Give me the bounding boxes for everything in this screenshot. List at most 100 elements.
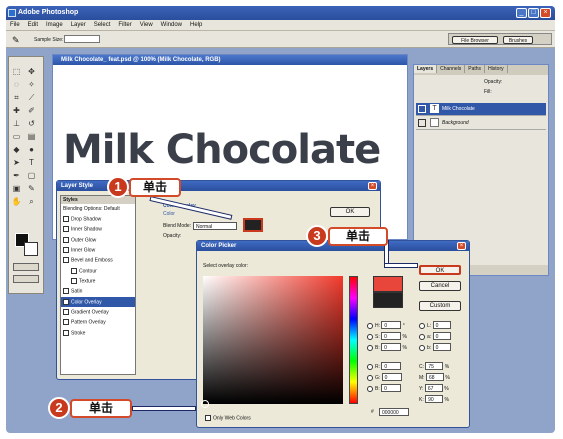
blue-input[interactable]: 0 bbox=[381, 384, 402, 392]
color-field-row: R: 0 bbox=[367, 362, 417, 373]
menu-filter[interactable]: Filter bbox=[114, 20, 135, 30]
file-browser-tab[interactable]: File Browser bbox=[452, 36, 498, 44]
dodge-tool-icon[interactable]: ● bbox=[26, 144, 37, 155]
style-item[interactable]: Texture bbox=[61, 276, 135, 286]
lasso-tool-icon[interactable]: ◌ bbox=[11, 79, 22, 90]
hex-input[interactable]: 000000 bbox=[379, 408, 409, 416]
layer-style-title: Layer Style bbox=[61, 183, 94, 189]
callout-3-arrow bbox=[384, 263, 418, 268]
red-input[interactable]: 0 bbox=[381, 362, 402, 370]
style-item-selected[interactable]: Color Overlay bbox=[61, 296, 135, 307]
history-brush-icon[interactable]: ↺ bbox=[26, 118, 37, 129]
photoshop-logo-icon bbox=[8, 9, 16, 17]
color-field-row: S: 0 % bbox=[367, 332, 417, 343]
style-item[interactable]: Inner Glow bbox=[61, 245, 135, 255]
menu-help[interactable]: Help bbox=[186, 20, 206, 30]
background-color-swatch[interactable] bbox=[24, 242, 38, 256]
style-item[interactable]: Stroke bbox=[61, 328, 135, 338]
close-icon[interactable]: × bbox=[540, 8, 551, 18]
brush-tool-icon[interactable]: ✐ bbox=[26, 105, 37, 116]
quick-mask-icon[interactable] bbox=[13, 263, 39, 271]
screen-mode-icon[interactable] bbox=[13, 275, 39, 283]
hue-input[interactable]: 0 bbox=[381, 321, 402, 329]
tab-layers[interactable]: Layers bbox=[414, 65, 438, 73]
lab-l-input[interactable]: 0 bbox=[432, 321, 451, 329]
blur-tool-icon[interactable]: ◆ bbox=[11, 144, 22, 155]
gradient-tool-icon[interactable]: ▤ bbox=[26, 131, 37, 142]
style-item[interactable]: Gradient Overlay bbox=[61, 307, 135, 317]
color-field-row: b: 0 bbox=[419, 343, 465, 354]
callout-2-arrow bbox=[132, 406, 196, 411]
hand-tool-icon[interactable]: ✋ bbox=[11, 196, 22, 207]
hue-slider[interactable] bbox=[349, 276, 358, 404]
menu-image[interactable]: Image bbox=[42, 20, 67, 30]
style-item[interactable]: Blending Options: Default bbox=[61, 204, 135, 214]
brightness-input[interactable]: 0 bbox=[381, 343, 402, 351]
zoom-tool-icon[interactable]: ⌕ bbox=[26, 196, 37, 207]
style-item[interactable]: Bevel and Emboss bbox=[61, 255, 135, 265]
sample-size-select[interactable] bbox=[64, 35, 100, 43]
menu-select[interactable]: Select bbox=[90, 20, 115, 30]
blend-mode-select[interactable]: Normal bbox=[193, 222, 237, 230]
brushes-tab[interactable]: Brushes bbox=[503, 36, 533, 44]
web-colors-option[interactable]: Only Web Colors bbox=[205, 415, 251, 421]
color-field-row: H: 0 ° bbox=[367, 321, 417, 332]
eye-icon[interactable] bbox=[418, 119, 426, 127]
tab-history[interactable]: History bbox=[485, 65, 508, 73]
path-selection-icon[interactable]: ➤ bbox=[11, 157, 22, 168]
style-item[interactable]: Satin bbox=[61, 286, 135, 296]
app-titlebar: Adobe Photoshop bbox=[6, 6, 555, 20]
marquee-tool-icon[interactable]: ⬚ bbox=[11, 66, 22, 77]
layer-row-selected[interactable]: T Milk Chocolate bbox=[416, 103, 546, 116]
maximize-icon[interactable]: □ bbox=[528, 8, 539, 18]
style-item[interactable]: Outer Glow bbox=[61, 235, 135, 245]
layer-row[interactable]: Background bbox=[416, 117, 546, 130]
lab-b-input[interactable]: 0 bbox=[432, 343, 451, 351]
color-field[interactable] bbox=[203, 276, 343, 404]
black-input[interactable]: 90 bbox=[425, 395, 444, 403]
pen-tool-icon[interactable]: ✒ bbox=[11, 170, 22, 181]
crop-tool-icon[interactable]: ⌗ bbox=[11, 92, 22, 103]
magenta-input[interactable]: 68 bbox=[425, 373, 444, 381]
eyedropper-icon[interactable]: ✎ bbox=[12, 35, 20, 46]
stamp-tool-icon[interactable]: ⊥ bbox=[11, 118, 22, 129]
menu-edit[interactable]: Edit bbox=[24, 20, 42, 30]
layer-style-close-icon[interactable]: × bbox=[368, 182, 377, 190]
menu-window[interactable]: Window bbox=[157, 20, 186, 30]
style-item[interactable]: Inner Shadow bbox=[61, 224, 135, 234]
menu-file[interactable]: File bbox=[6, 20, 24, 30]
eyedropper-tool-icon[interactable]: ✎ bbox=[26, 183, 37, 194]
lab-a-input[interactable]: 0 bbox=[432, 332, 451, 340]
style-item[interactable]: Drop Shadow bbox=[61, 214, 135, 224]
type-tool-icon[interactable]: T bbox=[26, 157, 37, 168]
tab-channels[interactable]: Channels bbox=[437, 65, 466, 73]
cyan-input[interactable]: 75 bbox=[425, 362, 444, 370]
shape-tool-icon[interactable]: ▢ bbox=[26, 170, 37, 181]
layer-fill-label: Fill: bbox=[484, 89, 492, 95]
style-item[interactable]: Pattern Overlay bbox=[61, 317, 135, 327]
style-item[interactable]: Contour bbox=[61, 266, 135, 276]
color-picker-ok-button[interactable]: OK bbox=[419, 265, 461, 275]
healing-brush-icon[interactable]: ✚ bbox=[11, 105, 22, 116]
magic-wand-icon[interactable]: ✧ bbox=[26, 79, 37, 90]
menu-view[interactable]: View bbox=[136, 20, 157, 30]
color-field-row: G: 0 bbox=[367, 373, 417, 384]
minimize-icon[interactable]: _ bbox=[516, 8, 527, 18]
overlay-color-swatch[interactable] bbox=[243, 218, 263, 232]
layer-style-ok-button[interactable]: OK bbox=[330, 207, 370, 217]
layer-opacity-label: Opacity: bbox=[484, 79, 503, 85]
move-tool-icon[interactable]: ✥ bbox=[26, 66, 37, 77]
color-picker-cancel-button[interactable]: Cancel bbox=[419, 281, 461, 291]
color-picker-close-icon[interactable]: × bbox=[457, 242, 466, 250]
slice-tool-icon[interactable]: ⟋ bbox=[26, 92, 37, 103]
menu-layer[interactable]: Layer bbox=[67, 20, 90, 30]
tab-paths[interactable]: Paths bbox=[465, 65, 486, 73]
eye-icon[interactable] bbox=[418, 105, 426, 113]
green-input[interactable]: 0 bbox=[381, 373, 402, 381]
color-field-cursor[interactable] bbox=[201, 400, 209, 408]
saturation-input[interactable]: 0 bbox=[381, 332, 402, 340]
color-picker-custom-button[interactable]: Custom bbox=[419, 301, 461, 311]
yellow-input[interactable]: 67 bbox=[424, 384, 443, 392]
eraser-tool-icon[interactable]: ▭ bbox=[11, 131, 22, 142]
notes-tool-icon[interactable]: ▣ bbox=[11, 183, 22, 194]
